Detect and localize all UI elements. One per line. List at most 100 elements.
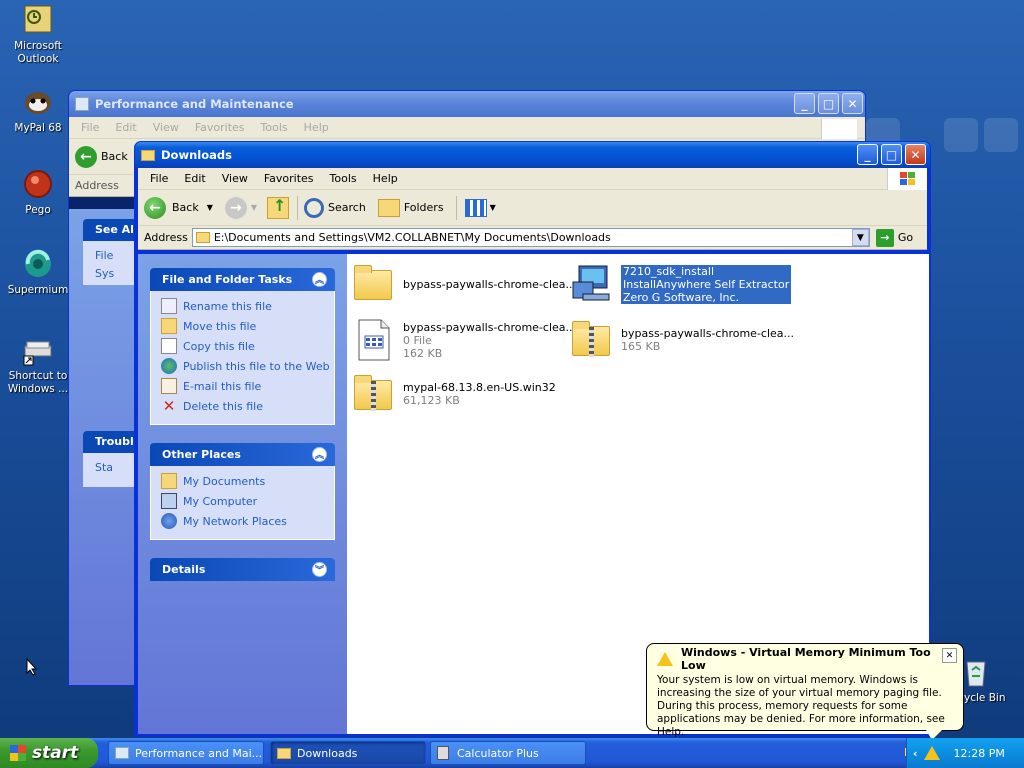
clock[interactable]: 12:28 PM xyxy=(954,747,1005,760)
task-delete[interactable]: ✕ Delete this file xyxy=(161,396,334,416)
desktop-icon-shortcut-windows[interactable]: Shortcut to Windows ... xyxy=(3,334,73,396)
windows-logo-icon xyxy=(10,745,26,761)
chevron-up-icon[interactable]: ︽ xyxy=(312,447,327,462)
chevron-down-icon[interactable]: ▼ xyxy=(490,203,496,212)
panel-link[interactable]: Sta xyxy=(95,461,135,474)
taskbar-button-performance[interactable]: Performance and Mai... xyxy=(108,741,264,765)
file-item[interactable]: mypal-68.13.8.en-US.win32 61,123 KB xyxy=(351,372,556,416)
menu-view[interactable]: View xyxy=(145,121,187,134)
views-icon[interactable] xyxy=(464,198,487,217)
place-my-computer[interactable]: My Computer xyxy=(161,491,334,511)
rename-icon xyxy=(161,298,177,314)
close-button[interactable]: ✕ xyxy=(905,144,926,165)
panel-title: Other Places xyxy=(162,448,241,461)
move-icon xyxy=(161,318,177,334)
task-rename[interactable]: Rename this file xyxy=(161,296,334,316)
panel-link[interactable]: File xyxy=(95,247,135,265)
menu-file[interactable]: File xyxy=(73,121,107,134)
menu-help[interactable]: Help xyxy=(296,121,337,134)
go-arrow-icon[interactable]: → xyxy=(875,228,894,247)
back-label[interactable]: Back xyxy=(101,150,128,163)
minimize-button[interactable]: _ xyxy=(857,144,878,165)
chevron-down-icon[interactable]: ▼ xyxy=(851,229,869,246)
chevron-left-icon[interactable]: ‹ xyxy=(913,747,918,760)
file-item[interactable]: bypass-paywalls-chrome-clea... 165 KB xyxy=(569,318,794,362)
taskbar-button-downloads[interactable]: Downloads xyxy=(270,741,426,765)
menu-file[interactable]: File xyxy=(142,172,176,185)
desktop-icon-outlook[interactable]: Microsoft Outlook xyxy=(3,4,73,66)
window-titlebar[interactable]: Performance and Maintenance _ □ ✕ xyxy=(69,91,865,117)
folders-icon[interactable] xyxy=(377,198,400,217)
folder-icon xyxy=(351,262,395,306)
chevron-down-icon[interactable]: ▼ xyxy=(207,203,213,212)
close-button[interactable]: ✕ xyxy=(842,93,863,114)
panel-header[interactable]: Troubl xyxy=(83,431,135,453)
panel-header[interactable]: File and Folder Tasks ︽ xyxy=(150,268,335,291)
start-label: start xyxy=(32,743,79,763)
desktop-icon-label: Shortcut to Windows ... xyxy=(7,370,69,395)
panel-header[interactable]: Details ︾ xyxy=(150,558,335,581)
wallpaper-square xyxy=(984,118,1018,152)
notification-balloon[interactable]: Windows - Virtual Memory Minimum Too Low… xyxy=(646,643,964,738)
menu-tools[interactable]: Tools xyxy=(322,172,365,185)
desktop-icon-label: MyPal 68 xyxy=(14,122,62,134)
file-item[interactable]: bypass-paywalls-chrome-clea... 0 File 16… xyxy=(351,318,576,362)
my-computer-icon xyxy=(161,493,177,509)
place-label: My Network Places xyxy=(183,514,287,528)
maximize-button[interactable]: □ xyxy=(818,93,839,114)
window-titlebar[interactable]: Downloads _ □ ✕ xyxy=(135,142,930,168)
window-title: Downloads xyxy=(161,148,232,162)
menu-edit[interactable]: Edit xyxy=(176,172,213,185)
address-input[interactable]: E:\Documents and Settings\VM2.COLLABNET\… xyxy=(191,228,870,247)
file-type: InstallAnywhere Self Extractor xyxy=(623,277,790,291)
chevron-up-icon[interactable]: ︽ xyxy=(312,272,327,287)
zip-folder-icon xyxy=(569,318,613,362)
task-copy[interactable]: Copy this file xyxy=(161,336,334,356)
back-button[interactable]: Back xyxy=(172,201,199,214)
up-folder-icon[interactable]: ↑ xyxy=(267,196,290,219)
folder-icon xyxy=(195,232,210,243)
forward-arrow-icon[interactable]: → xyxy=(224,196,247,219)
file-name: 7210_sdk_install xyxy=(623,264,715,278)
panel-header[interactable]: See Al xyxy=(83,219,135,241)
folders-button[interactable]: Folders xyxy=(404,201,444,214)
panel-title: Details xyxy=(162,563,206,576)
back-arrow-icon[interactable]: ← xyxy=(144,196,166,219)
place-network[interactable]: My Network Places xyxy=(161,511,334,531)
desktop-icon-supermium[interactable]: Supermium xyxy=(3,248,73,297)
file-item[interactable]: 7210_sdk_install InstallAnywhere Self Ex… xyxy=(569,262,792,306)
taskbar-button-calculator[interactable]: Calculator Plus xyxy=(430,741,586,765)
desktop-icon-pego[interactable]: Pego xyxy=(3,168,73,217)
menu-edit[interactable]: Edit xyxy=(107,121,144,134)
task-email[interactable]: E-mail this file xyxy=(161,376,334,396)
warning-tray-icon[interactable] xyxy=(923,746,940,760)
panel-header[interactable]: Other Places ︽ xyxy=(150,443,335,466)
file-item[interactable]: bypass-paywalls-chrome-clea... xyxy=(351,262,576,306)
email-icon xyxy=(161,378,177,394)
task-publish[interactable]: Publish this file to the Web xyxy=(161,356,334,376)
desktop-icon-mypal[interactable]: MyPal 68 xyxy=(3,86,73,135)
search-icon[interactable] xyxy=(304,197,325,218)
panel-link[interactable]: Sys xyxy=(95,265,135,283)
start-button[interactable]: start xyxy=(0,738,98,768)
menu-tools[interactable]: Tools xyxy=(253,121,296,134)
place-my-documents[interactable]: My Documents xyxy=(161,471,334,491)
menu-help[interactable]: Help xyxy=(365,172,406,185)
window-icon xyxy=(75,97,89,111)
menu-view[interactable]: View xyxy=(214,172,256,185)
tasks-pane: See Al File Sys Troubl Sta xyxy=(69,209,135,685)
chevron-down-icon[interactable]: ︾ xyxy=(312,562,327,577)
globe-icon xyxy=(161,358,177,374)
go-button[interactable]: Go xyxy=(898,231,913,244)
maximize-button[interactable]: □ xyxy=(881,144,902,165)
panel-body: Rename this file Move this file Copy thi… xyxy=(150,291,335,425)
search-button[interactable]: Search xyxy=(328,201,366,214)
shortcut-icon xyxy=(22,334,54,366)
balloon-close-button[interactable]: ✕ xyxy=(942,648,957,663)
menu-favorites[interactable]: Favorites xyxy=(256,172,322,185)
menu-favorites[interactable]: Favorites xyxy=(187,121,253,134)
task-move[interactable]: Move this file xyxy=(161,316,334,336)
minimize-button[interactable]: _ xyxy=(794,93,815,114)
back-arrow-icon[interactable]: ← xyxy=(75,145,97,168)
chevron-down-icon[interactable]: ▼ xyxy=(251,203,257,212)
